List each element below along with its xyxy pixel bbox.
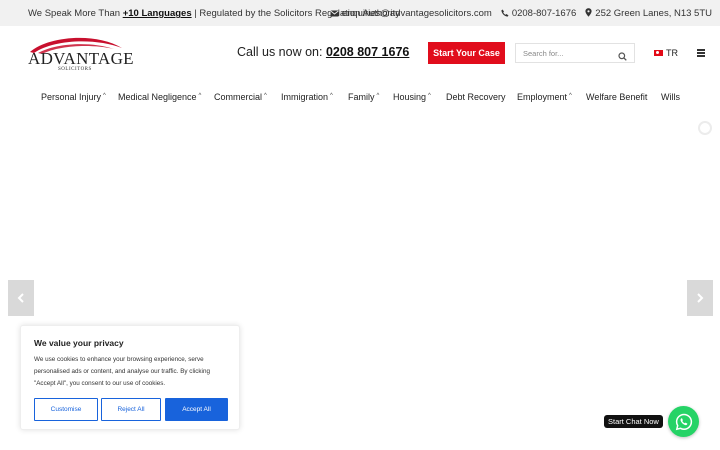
nav-item-immigration[interactable]: Immigration ^ — [281, 92, 333, 102]
chevron-up-icon: ^ — [569, 93, 572, 99]
nav-item-employment[interactable]: Employment ^ — [517, 92, 572, 102]
map-pin-icon — [585, 8, 592, 19]
site-logo[interactable]: ADVANTAGE SOLICITORS — [26, 34, 134, 74]
chevron-up-icon: ^ — [103, 93, 106, 99]
reject-all-button[interactable]: Reject All — [101, 398, 161, 421]
nav-item-housing[interactable]: Housing ^ — [393, 92, 431, 102]
cookie-consent-banner: We value your privacy We use cookies to … — [20, 325, 240, 430]
call-number-link[interactable]: 0208 807 1676 — [326, 45, 409, 59]
chevron-left-icon — [17, 293, 24, 303]
start-chat-label[interactable]: Start Chat Now — [604, 415, 663, 428]
menu-icon[interactable] — [697, 49, 705, 57]
whatsapp-icon — [675, 413, 692, 430]
email-text: enquiries@advantagesolicitors.com — [341, 8, 492, 19]
search-box — [515, 43, 635, 63]
call-label: Call us now on: — [237, 45, 326, 59]
logo-wordmark: ADVANTAGE — [28, 49, 134, 68]
phone-link[interactable]: 0208-807-1676 — [501, 8, 576, 19]
accept-all-button[interactable]: Accept All — [165, 398, 228, 421]
nav-item-label: Employment — [517, 92, 568, 102]
nav-item-label: Welfare Benefit — [586, 92, 648, 102]
call-us: Call us now on: 0208 807 1676 — [237, 45, 409, 59]
language-label: TR — [666, 48, 678, 58]
turkey-flag-icon — [654, 50, 663, 56]
speak-prefix: We Speak More Than — [28, 8, 123, 19]
nav-item-welfare-benefit[interactable]: Welfare Benefit — [586, 92, 647, 102]
whatsapp-chat-button[interactable] — [668, 406, 699, 437]
cookie-title: We value your privacy — [34, 338, 124, 348]
cookie-text: We use cookies to enhance your browsing … — [34, 356, 210, 387]
nav-item-debt-recovery[interactable]: Debt Recovery — [446, 92, 506, 102]
phone-icon — [501, 9, 509, 19]
email-link[interactable]: enquiries@advantagesolicitors.com — [329, 8, 492, 19]
address-link[interactable]: 252 Green Lanes, N13 5TU — [585, 8, 712, 19]
slider-prev-button[interactable] — [8, 280, 34, 316]
logo-subtitle: SOLICITORS — [58, 67, 92, 72]
nav-item-commercial[interactable]: Commercial ^ — [214, 92, 267, 102]
nav-item-label: Debt Recovery — [446, 92, 506, 102]
nav-item-wills[interactable]: Wills — [661, 92, 680, 102]
chevron-up-icon: ^ — [330, 93, 333, 99]
language-switcher[interactable]: TR — [654, 48, 678, 58]
slider-pause-icon[interactable] — [698, 121, 712, 135]
search-input[interactable] — [523, 47, 615, 60]
start-your-case-button[interactable]: Start Your Case — [428, 42, 505, 64]
chevron-right-icon — [697, 293, 704, 303]
slider-next-button[interactable] — [687, 280, 713, 316]
nav-item-label: Commercial — [214, 92, 263, 102]
chevron-up-icon: ^ — [198, 93, 202, 99]
nav-item-label: Housing — [393, 92, 427, 102]
nav-item-label: Personal Injury — [41, 92, 102, 102]
search-icon[interactable] — [618, 48, 627, 66]
main-nav: Personal Injury ^ Medical Negligence ^ Com… — [0, 92, 720, 106]
chevron-up-icon: ^ — [376, 93, 380, 99]
top-bar: We Speak More Than +10 Languages | Regul… — [0, 0, 720, 26]
chevron-up-icon: ^ — [428, 93, 431, 99]
nav-item-medical-negligence[interactable]: Medical Negligence ^ — [118, 92, 201, 102]
nav-item-label: Wills — [661, 92, 680, 102]
chevron-up-icon: ^ — [264, 93, 267, 99]
nav-item-personal-injury[interactable]: Personal Injury ^ — [41, 92, 106, 102]
nav-item-label: Family — [348, 92, 375, 102]
customise-button[interactable]: Customise — [34, 398, 98, 421]
top-bar-contact: enquiries@advantagesolicitors.com 0208-8… — [329, 8, 712, 19]
envelope-icon — [329, 9, 339, 19]
nav-item-family[interactable]: Family ^ — [348, 92, 379, 102]
languages-link[interactable]: +10 Languages — [123, 8, 192, 19]
phone-text: 0208-807-1676 — [511, 8, 577, 19]
address-text: 252 Green Lanes, N13 5TU — [595, 8, 712, 19]
nav-item-label: Immigration — [281, 92, 329, 102]
nav-item-label: Medical Negligence — [118, 92, 197, 102]
